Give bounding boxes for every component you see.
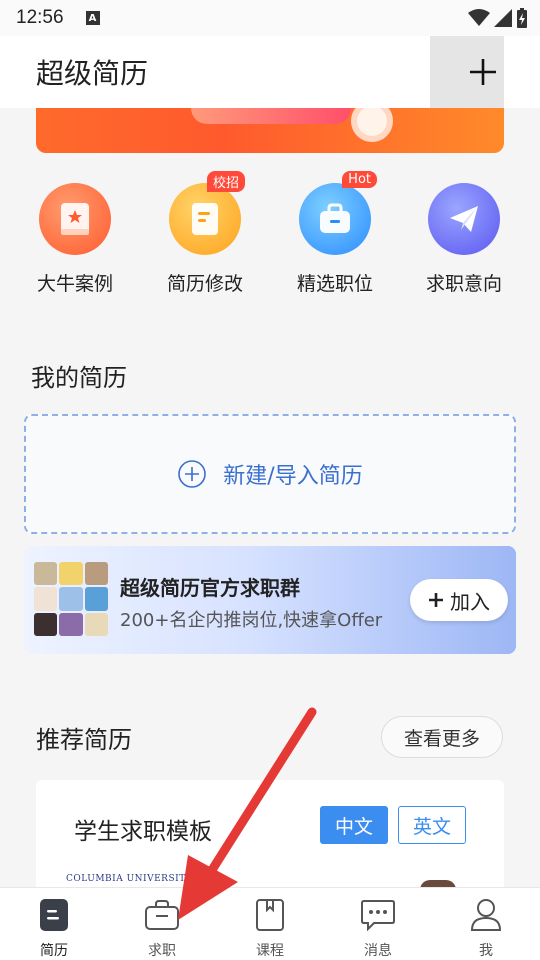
add-circle-icon [178, 460, 207, 488]
new-resume-button[interactable]: 新建/导入简历 [24, 414, 516, 534]
book-icon [250, 896, 290, 934]
quick-actions: 大牛案例 校招 简历修改 Hot 精选职位 求职意向 [0, 171, 540, 300]
briefcase-icon [142, 896, 182, 934]
banner-pill [191, 108, 351, 124]
resume-preview-text: COLUMBIA UNIVERSITY [66, 874, 193, 884]
tab-me[interactable]: 我 [432, 888, 540, 960]
quick-item-resume-edit[interactable]: 校招 简历修改 [155, 171, 255, 296]
view-more-button[interactable]: 查看更多 [381, 716, 503, 758]
template-card[interactable]: 学生求职模板 中文 英文 COLUMBIA UNIVERSITY [36, 780, 504, 900]
lang-english-button[interactable]: 英文 [398, 806, 466, 844]
group-subtitle: 200+名企内推岗位,快速拿Offer [120, 610, 383, 631]
status-icons [468, 8, 528, 28]
recommended-title: 推荐简历 [36, 726, 132, 754]
briefcase-icon: Hot [299, 171, 377, 255]
page-title: 超级简历 [36, 57, 149, 90]
status-time: 12:56 [16, 7, 64, 28]
tab-messages[interactable]: 消息 [324, 888, 432, 960]
chat-icon [358, 896, 398, 934]
signal-icon [494, 9, 512, 27]
new-resume-label: 新建/导入简历 [223, 464, 363, 489]
paper-plane-icon [428, 183, 500, 255]
job-group-banner[interactable]: 超级简历官方求职群 200+名企内推岗位,快速拿Offer 加入 [24, 546, 516, 654]
star-book-icon [39, 183, 111, 255]
user-icon [466, 896, 506, 934]
badge-hot: Hot [342, 171, 377, 188]
join-label: 加入 [450, 589, 490, 614]
quick-label: 精选职位 [296, 273, 373, 295]
banner-decoration [351, 108, 393, 142]
group-title: 超级简历官方求职群 [120, 576, 300, 600]
app-header: 超级简历 [0, 36, 540, 108]
quick-label: 简历修改 [166, 273, 243, 295]
add-button[interactable] [430, 36, 504, 108]
tab-label: 简历 [40, 943, 68, 959]
quick-item-intention[interactable]: 求职意向 [414, 180, 514, 296]
tab-label: 消息 [364, 943, 392, 959]
document-icon: 校招 [169, 171, 245, 255]
quick-item-cases[interactable]: 大牛案例 [25, 180, 125, 296]
status-bar: 12:56 A [0, 0, 540, 36]
avatar-collage [34, 562, 108, 636]
plus-icon [429, 593, 443, 607]
battery-icon [517, 8, 527, 28]
quick-label: 求职意向 [425, 273, 502, 295]
tab-label: 求职 [148, 943, 176, 959]
tab-jobs[interactable]: 求职 [108, 888, 216, 960]
lang-chinese-button[interactable]: 中文 [320, 806, 388, 844]
tab-label: 我 [479, 943, 493, 959]
notification-icon: A [85, 11, 100, 25]
plus-icon [470, 59, 496, 85]
join-button[interactable]: 加入 [410, 579, 508, 621]
promo-banner[interactable] [36, 108, 504, 153]
quick-label: 大牛案例 [36, 273, 113, 295]
tab-courses[interactable]: 课程 [216, 888, 324, 960]
tab-label: 课程 [256, 943, 284, 959]
quick-item-jobs[interactable]: Hot 精选职位 [285, 171, 385, 296]
template-title: 学生求职模板 [74, 819, 212, 845]
badge-campus: 校招 [206, 171, 245, 192]
wifi-icon [468, 9, 490, 26]
my-resumes-title: 我的简历 [31, 364, 127, 392]
tab-resume[interactable]: 简历 [0, 888, 108, 960]
resume-icon [34, 896, 74, 934]
bottom-tab-bar: 简历 求职 课程 消息 我 [0, 887, 540, 960]
